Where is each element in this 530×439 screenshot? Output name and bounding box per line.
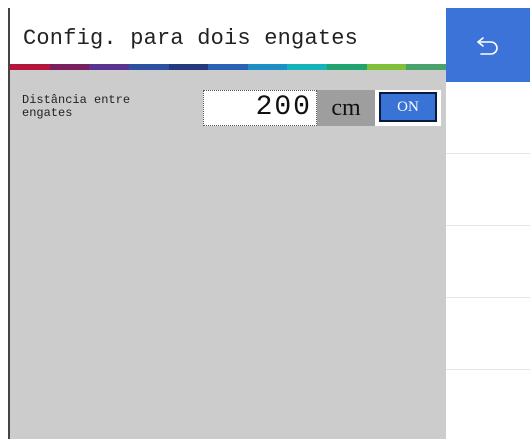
page-title: Config. para dois engates	[23, 26, 359, 51]
on-toggle-button[interactable]: ON	[379, 92, 437, 122]
toggle-container: ON	[375, 90, 441, 126]
unit-label: cm	[317, 90, 375, 126]
header: Config. para dois engates	[10, 8, 446, 64]
back-arrow-icon	[477, 37, 498, 55]
color-strip-segment	[247, 64, 288, 70]
color-strip-segment	[89, 64, 129, 70]
color-strip	[10, 64, 447, 70]
side-slot-4[interactable]	[446, 298, 530, 370]
color-strip-segment	[208, 64, 248, 70]
screen: Config. para dois engates Distância entr…	[0, 0, 530, 439]
side-panel	[446, 8, 530, 439]
side-slot-3[interactable]	[446, 226, 530, 298]
color-strip-segment	[128, 64, 169, 70]
distance-value-field[interactable]: 200	[203, 90, 317, 126]
distance-label: Distância entre engates	[22, 93, 131, 120]
color-strip-segment	[327, 64, 367, 70]
back-button[interactable]	[446, 8, 530, 82]
color-strip-segment	[49, 64, 90, 70]
color-strip-segment	[366, 64, 407, 70]
color-strip-segment	[168, 64, 209, 70]
main-panel: Config. para dois engates Distância entr…	[8, 8, 447, 439]
side-slot-1[interactable]	[446, 82, 530, 154]
color-strip-segment	[406, 64, 447, 70]
color-strip-segment	[287, 64, 328, 70]
side-slot-2[interactable]	[446, 154, 530, 226]
color-strip-segment	[10, 64, 50, 70]
